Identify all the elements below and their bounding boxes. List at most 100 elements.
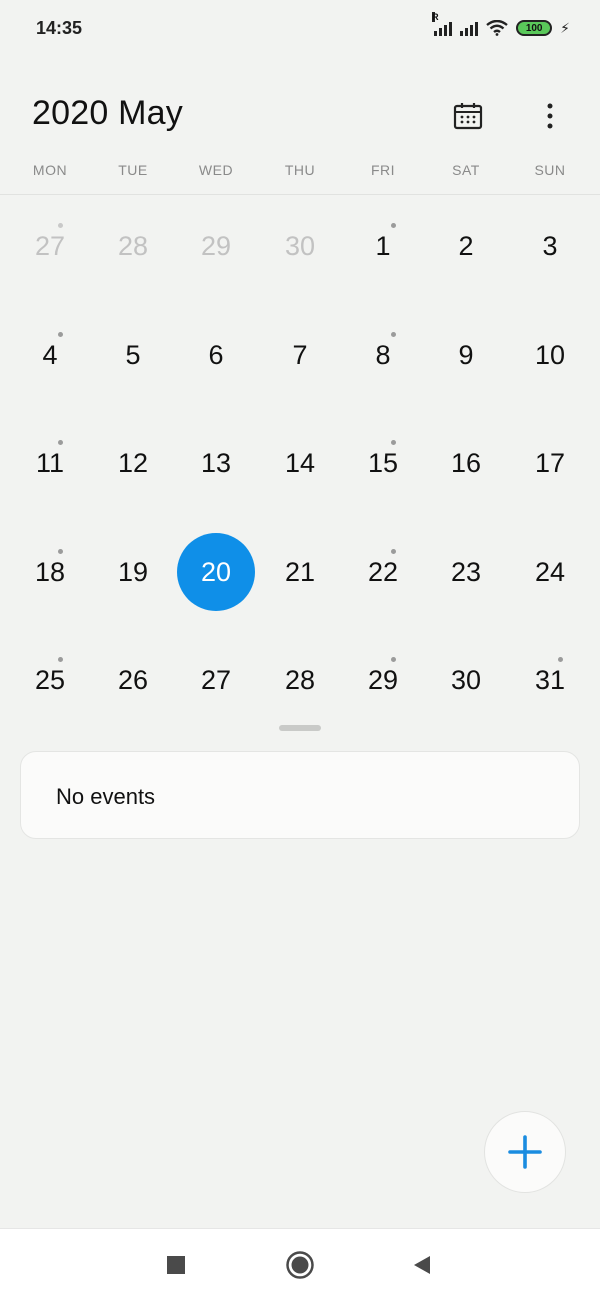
day-cell[interactable]: 10 <box>510 305 590 405</box>
day-cell[interactable]: 9 <box>426 305 506 405</box>
day-cell[interactable]: 21 <box>260 522 340 622</box>
day-number: 28 <box>284 664 316 695</box>
day-number: 20 <box>200 556 232 587</box>
day-cell[interactable]: 24 <box>510 522 590 622</box>
day-number: 22 <box>367 556 399 587</box>
back-triangle-icon[interactable] <box>402 1245 442 1285</box>
day-cell[interactable]: 14 <box>260 413 340 513</box>
day-cell[interactable]: 3 <box>510 196 590 296</box>
day-number: 2 <box>458 230 474 261</box>
drag-handle[interactable] <box>279 725 321 731</box>
day-cell[interactable]: 18 <box>10 522 90 622</box>
day-number: 27 <box>200 664 232 695</box>
day-number: 24 <box>534 556 566 587</box>
day-cell[interactable]: 22 <box>343 522 423 622</box>
day-cell[interactable]: 16 <box>426 413 506 513</box>
day-cell[interactable]: 23 <box>426 522 506 622</box>
weekday-header: MON TUE WED THU FRI SAT SUN <box>0 158 600 195</box>
weekday-label: FRI <box>370 162 396 178</box>
day-cell[interactable]: 27 <box>10 196 90 296</box>
more-vertical-icon[interactable] <box>530 96 570 136</box>
day-number: 10 <box>534 339 566 370</box>
day-number: 6 <box>208 339 224 370</box>
day-number: 4 <box>42 339 58 370</box>
day-cell[interactable]: 13 <box>176 413 256 513</box>
event-dot-icon <box>58 657 63 662</box>
calendar-icon[interactable] <box>448 96 488 136</box>
day-cell[interactable]: 2 <box>426 196 506 296</box>
day-cell[interactable]: 1 <box>343 196 423 296</box>
day-cell[interactable]: 27 <box>176 630 256 730</box>
day-number: 30 <box>450 664 482 695</box>
battery-icon: 100 <box>516 20 553 36</box>
day-number: 31 <box>534 664 566 695</box>
day-cell[interactable]: 28 <box>93 196 173 296</box>
day-number: 5 <box>125 339 141 370</box>
day-number: 23 <box>450 556 482 587</box>
day-number: 17 <box>534 447 566 478</box>
day-cell[interactable]: 30 <box>426 630 506 730</box>
day-cell[interactable]: 8 <box>343 305 423 405</box>
day-cell[interactable]: 12 <box>93 413 173 513</box>
day-cell[interactable]: 29 <box>343 630 423 730</box>
day-number: 30 <box>284 230 316 261</box>
day-number: 3 <box>542 230 558 261</box>
day-number: 9 <box>458 339 474 370</box>
day-number: 14 <box>284 447 316 478</box>
event-dot-icon <box>58 332 63 337</box>
day-number: 1 <box>375 230 391 261</box>
day-cell[interactable]: 5 <box>93 305 173 405</box>
day-cell[interactable]: 15 <box>343 413 423 513</box>
event-dot-icon <box>391 657 396 662</box>
day-cell-selected[interactable]: 20 <box>176 522 256 622</box>
navigation-bar <box>0 1228 600 1301</box>
day-cell[interactable]: 31 <box>510 630 590 730</box>
weekday-label: SAT <box>452 162 480 178</box>
day-cell[interactable]: 26 <box>93 630 173 730</box>
day-cell[interactable]: 17 <box>510 413 590 513</box>
event-dot-icon <box>391 549 396 554</box>
day-number: 21 <box>284 556 316 587</box>
page-title[interactable]: 2020 May <box>32 94 183 133</box>
weekday-label: WED <box>198 162 234 178</box>
day-number: 27 <box>34 230 66 261</box>
day-number: 13 <box>200 447 232 478</box>
day-number: 11 <box>35 447 65 478</box>
day-number: 28 <box>117 230 149 261</box>
day-number: 7 <box>292 339 308 370</box>
day-cell[interactable]: 19 <box>93 522 173 622</box>
day-number: 29 <box>367 664 399 695</box>
signal-icon <box>460 20 479 36</box>
add-event-button[interactable] <box>484 1111 566 1193</box>
day-cell[interactable]: 29 <box>176 196 256 296</box>
weekday-label: SUN <box>534 162 566 178</box>
plus-icon <box>508 1135 542 1169</box>
day-number: 15 <box>367 447 399 478</box>
day-cell[interactable]: 6 <box>176 305 256 405</box>
day-number: 16 <box>450 447 482 478</box>
event-dot-icon <box>58 440 63 445</box>
event-dot-icon <box>391 332 396 337</box>
status-bar: 14:35 R 100 ⚡ <box>0 0 600 56</box>
day-cell[interactable]: 28 <box>260 630 340 730</box>
day-number: 8 <box>375 339 391 370</box>
wifi-icon <box>486 20 508 36</box>
home-circle-icon[interactable] <box>280 1245 320 1285</box>
day-number: 18 <box>34 556 66 587</box>
day-cell[interactable]: 25 <box>10 630 90 730</box>
signal-roaming-icon: R <box>432 12 453 36</box>
day-cell[interactable]: 7 <box>260 305 340 405</box>
event-dot-icon <box>58 223 63 228</box>
header: 2020 May <box>0 80 600 150</box>
event-dot-icon <box>391 440 396 445</box>
event-dot-icon <box>58 549 63 554</box>
recents-square-icon[interactable] <box>156 1245 196 1285</box>
weekday-label: THU <box>284 162 316 178</box>
status-icons: R 100 ⚡ <box>432 12 570 37</box>
day-cell[interactable]: 4 <box>10 305 90 405</box>
event-dot-icon <box>558 657 563 662</box>
month-grid: 27 28 29 30 1 2 3 4 5 6 7 8 9 10 11 12 13 14 15 16 17 18 19 20 2… <box>0 196 600 716</box>
day-cell[interactable]: 11 <box>10 413 90 513</box>
day-cell[interactable]: 30 <box>260 196 340 296</box>
day-number: 12 <box>117 447 149 478</box>
